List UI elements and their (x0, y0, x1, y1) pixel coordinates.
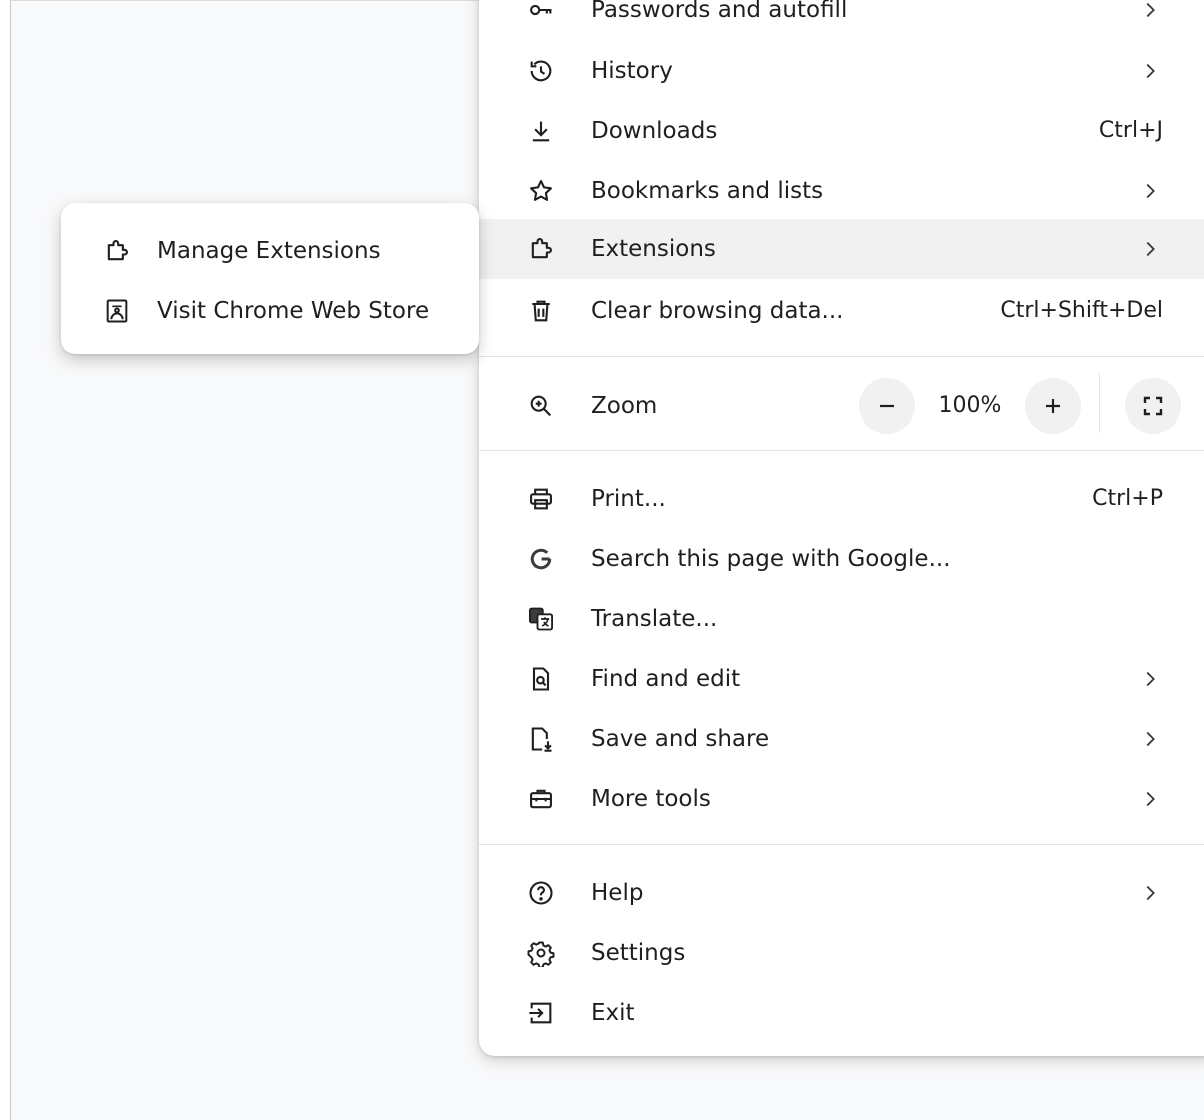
menu-item-bookmarks-lists[interactable]: Bookmarks and lists (479, 161, 1204, 221)
submenu-item-manage-extensions[interactable]: Manage Extensions (61, 221, 479, 281)
zoom-in-icon (527, 392, 555, 420)
printer-icon (527, 485, 555, 513)
extensions-submenu: Manage Extensions Visit Chrome Web Store (61, 203, 479, 354)
chevron-right-icon (1139, 668, 1161, 690)
fullscreen-icon (1143, 396, 1163, 416)
menu-item-label: Bookmarks and lists (591, 178, 824, 204)
menu-separator (479, 450, 1204, 451)
chevron-right-icon (1139, 0, 1161, 21)
submenu-item-visit-web-store[interactable]: Visit Chrome Web Store (61, 281, 479, 341)
star-icon (527, 177, 555, 205)
zoom-label: Zoom (591, 393, 658, 419)
chevron-right-icon (1139, 728, 1161, 750)
zoom-value: 100% (938, 393, 1002, 418)
web-store-icon (103, 297, 131, 325)
submenu-item-label: Visit Chrome Web Store (157, 298, 430, 324)
help-icon (527, 879, 555, 907)
menu-item-help[interactable]: Help (479, 863, 1204, 923)
shortcut-label: Ctrl+P (1092, 486, 1163, 511)
minus-icon (880, 404, 894, 408)
fullscreen-button[interactable] (1125, 378, 1181, 434)
chevron-right-icon (1139, 882, 1161, 904)
find-page-icon (527, 665, 555, 693)
menu-item-label: Translate... (591, 606, 718, 632)
menu-item-label: Settings (591, 940, 686, 966)
plus-icon (1046, 399, 1060, 413)
menu-item-label: Exit (591, 1000, 635, 1026)
gear-icon (527, 939, 555, 967)
menu-item-more-tools[interactable]: More tools (479, 769, 1204, 829)
submenu-item-label: Manage Extensions (157, 238, 381, 264)
menu-item-label: Find and edit (591, 666, 741, 692)
chevron-right-icon (1139, 238, 1161, 260)
menu-item-label: Downloads (591, 118, 718, 144)
menu-separator (479, 844, 1204, 845)
toolbox-icon (527, 785, 555, 813)
menu-item-clear-browsing-data[interactable]: Clear browsing data... Ctrl+Shift+Del (479, 281, 1204, 341)
zoom-row: Zoom 100% (479, 373, 1204, 439)
menu-item-extensions[interactable]: Extensions (479, 219, 1204, 279)
zoom-divider (1099, 373, 1100, 433)
menu-item-save-share[interactable]: Save and share (479, 709, 1204, 769)
menu-item-history[interactable]: History (479, 41, 1204, 101)
menu-item-find-edit[interactable]: Find and edit (479, 649, 1204, 709)
trash-icon (527, 297, 555, 325)
puzzle-icon (103, 237, 131, 265)
menu-item-label: Clear browsing data... (591, 298, 844, 324)
menu-item-label: Save and share (591, 726, 770, 752)
zoom-out-button[interactable] (859, 378, 915, 434)
menu-item-label: Passwords and autofill (591, 0, 848, 23)
menu-item-exit[interactable]: Exit (479, 983, 1204, 1043)
menu-separator (479, 356, 1204, 357)
puzzle-icon (527, 235, 555, 263)
chevron-right-icon (1139, 788, 1161, 810)
history-icon (527, 57, 555, 85)
menu-item-translate[interactable]: Translate... (479, 589, 1204, 649)
menu-item-label: More tools (591, 786, 711, 812)
chevron-right-icon (1139, 180, 1161, 202)
exit-icon (527, 999, 555, 1027)
menu-item-label: Help (591, 880, 644, 906)
menu-item-settings[interactable]: Settings (479, 923, 1204, 983)
menu-item-print[interactable]: Print... Ctrl+P (479, 469, 1204, 529)
google-icon (527, 545, 555, 573)
translate-icon (527, 605, 555, 633)
zoom-in-button[interactable] (1025, 378, 1081, 434)
shortcut-label: Ctrl+J (1098, 118, 1163, 143)
key-icon (527, 0, 555, 24)
menu-item-passwords-autofill[interactable]: Passwords and autofill (479, 0, 1204, 40)
shortcut-label: Ctrl+Shift+Del (1000, 298, 1163, 323)
menu-item-downloads[interactable]: Downloads Ctrl+J (479, 101, 1204, 161)
save-file-icon (527, 725, 555, 753)
download-icon (527, 117, 555, 145)
menu-item-label: Search this page with Google... (591, 546, 951, 572)
chrome-main-menu: Passwords and autofill History Downloads… (479, 0, 1204, 1056)
menu-item-label: Extensions (591, 236, 716, 262)
chevron-right-icon (1139, 60, 1161, 82)
menu-item-label: Print... (591, 486, 666, 512)
menu-item-search-google[interactable]: Search this page with Google... (479, 529, 1204, 589)
menu-item-label: History (591, 58, 673, 84)
